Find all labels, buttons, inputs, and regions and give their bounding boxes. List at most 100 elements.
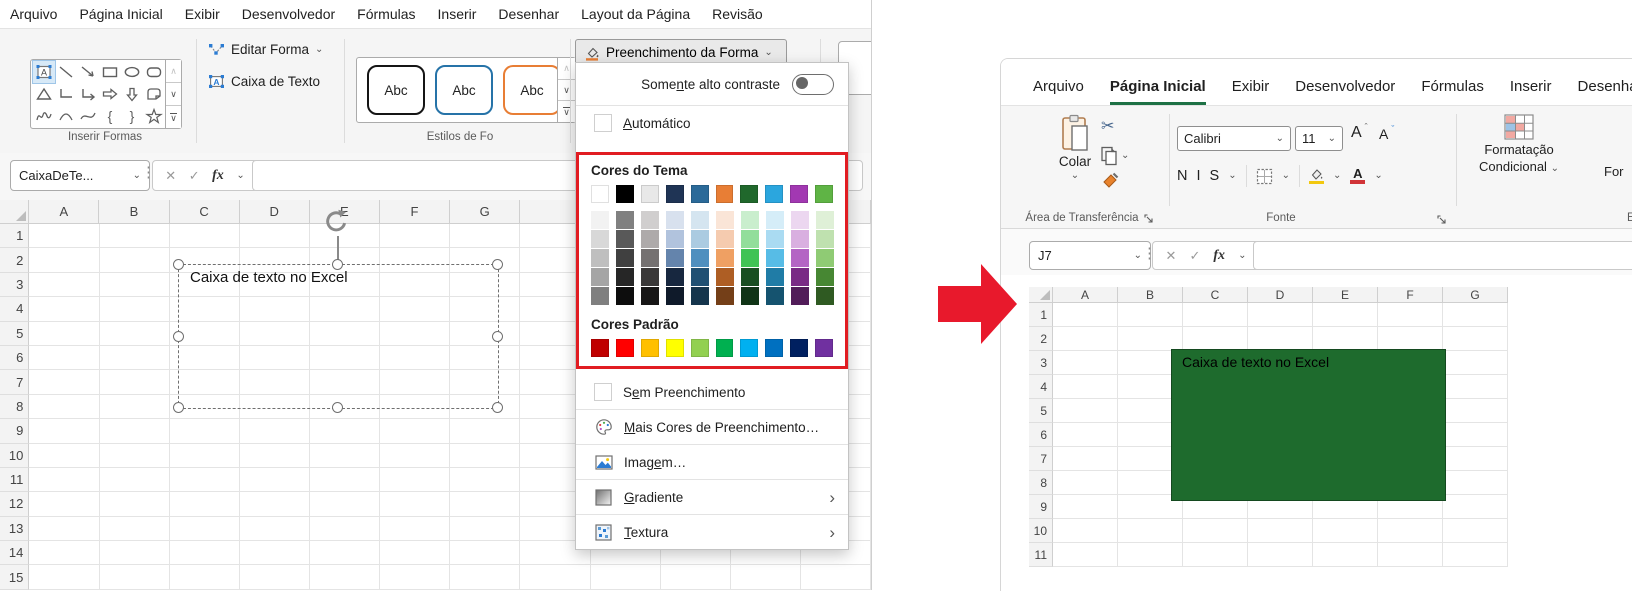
theme-color-swatch[interactable] (790, 185, 808, 203)
cell[interactable] (29, 541, 99, 565)
standard-color-swatch[interactable] (740, 339, 758, 357)
row-header-1[interactable]: 1 (0, 224, 29, 248)
select-all-corner[interactable] (0, 200, 29, 224)
theme-variant-swatch[interactable] (666, 211, 684, 229)
cell[interactable] (1443, 471, 1508, 495)
dialog-launcher-icon[interactable] (1431, 215, 1451, 224)
cell[interactable] (29, 346, 99, 370)
column-header-C[interactable]: C (170, 200, 240, 224)
chevron-down-icon[interactable]: ⌄ (1282, 171, 1290, 181)
menu-tab-Revisão[interactable]: Revisão (712, 6, 763, 22)
fill-color-button[interactable] (1309, 168, 1324, 185)
theme-variant-swatch[interactable] (691, 230, 709, 248)
row-header-5[interactable]: 5 (0, 322, 29, 346)
cell[interactable] (1313, 543, 1378, 567)
chevron-down-icon[interactable]: ⌄ (1333, 171, 1341, 181)
column-header-A[interactable]: A (29, 200, 99, 224)
cell[interactable] (29, 468, 99, 492)
shape-textbox-icon[interactable]: A (33, 61, 55, 83)
theme-color-swatch[interactable] (716, 185, 734, 203)
theme-variant-swatch[interactable] (691, 268, 709, 286)
theme-variant-swatch[interactable] (741, 249, 759, 267)
theme-color-swatch[interactable] (591, 185, 609, 203)
standard-color-swatch[interactable] (815, 339, 833, 357)
cell[interactable] (591, 565, 661, 589)
cell[interactable] (1183, 327, 1248, 351)
cell[interactable] (450, 517, 520, 541)
shape-triangle-icon[interactable] (33, 83, 55, 105)
row-header-12[interactable]: 12 (0, 492, 29, 516)
format-painter-button[interactable] (1101, 172, 1119, 190)
menu-tab-Exibir[interactable]: Exibir (1232, 78, 1270, 105)
resize-handle[interactable] (173, 402, 184, 413)
cell[interactable] (29, 322, 99, 346)
row-header-7[interactable]: 7 (0, 370, 29, 394)
column-header-D[interactable]: D (240, 200, 310, 224)
cell[interactable] (450, 224, 520, 248)
row-header-7[interactable]: 7 (1029, 447, 1053, 471)
theme-variant-swatch[interactable] (666, 230, 684, 248)
underline-button[interactable]: S (1210, 168, 1220, 184)
row-header-11[interactable]: 11 (0, 468, 29, 492)
cell[interactable] (661, 565, 731, 589)
column-header-F[interactable]: F (380, 200, 450, 224)
cell[interactable] (29, 370, 99, 394)
cell[interactable] (100, 492, 170, 516)
cell[interactable] (380, 468, 450, 492)
edit-shape-button[interactable]: Editar Forma ⌄ (202, 39, 329, 60)
theme-variant-swatch[interactable] (816, 211, 834, 229)
cell[interactable] (1443, 327, 1508, 351)
cell[interactable] (1053, 519, 1118, 543)
cell[interactable] (1443, 303, 1508, 327)
theme-variant-swatch[interactable] (766, 249, 784, 267)
cell[interactable] (1053, 543, 1118, 567)
gradient-option[interactable]: Gradiente › (576, 480, 848, 514)
resize-handle[interactable] (492, 331, 503, 342)
cell[interactable] (380, 517, 450, 541)
theme-variant-swatch[interactable] (616, 230, 634, 248)
menu-tab-Desenvolvedor[interactable]: Desenvolvedor (242, 6, 335, 22)
menu-tab-Página Inicial[interactable]: Página Inicial (79, 6, 162, 22)
cell[interactable] (29, 444, 99, 468)
cell[interactable] (100, 370, 170, 394)
shape-star-icon[interactable] (143, 105, 165, 127)
cell[interactable] (1118, 303, 1183, 327)
cell[interactable] (380, 492, 450, 516)
row-header-6[interactable]: 6 (0, 346, 29, 370)
theme-variant-swatch[interactable] (591, 249, 609, 267)
cancel-icon[interactable]: ✕ (1166, 248, 1177, 264)
cell[interactable] (1248, 327, 1313, 351)
row-header-1[interactable]: 1 (1029, 303, 1053, 327)
menu-tab-Desenvolvedor[interactable]: Desenvolvedor (1295, 78, 1395, 105)
theme-variant-swatch[interactable] (716, 287, 734, 305)
row-header-4[interactable]: 4 (0, 297, 29, 321)
select-all-corner[interactable] (1029, 287, 1053, 303)
row-header-10[interactable]: 10 (0, 444, 29, 468)
row-header-2[interactable]: 2 (0, 248, 29, 272)
cell[interactable] (1443, 423, 1508, 447)
theme-variant-swatch[interactable] (691, 287, 709, 305)
cell[interactable] (1248, 303, 1313, 327)
row-header-2[interactable]: 2 (1029, 327, 1053, 351)
cell[interactable] (100, 273, 170, 297)
cell[interactable] (310, 468, 380, 492)
column-header-C[interactable]: C (1183, 287, 1248, 303)
shape-line-icon[interactable] (55, 61, 77, 83)
cell[interactable] (29, 419, 99, 443)
shape-line-arrow-icon[interactable] (77, 61, 99, 83)
row-header-15[interactable]: 15 (0, 565, 29, 589)
row-header-9[interactable]: 9 (0, 419, 29, 443)
cell[interactable] (1053, 399, 1118, 423)
chevron-down-icon[interactable]: ⌄ (1374, 171, 1382, 181)
theme-variant-swatch[interactable] (666, 249, 684, 267)
insert-function-icon[interactable]: fx (1213, 248, 1225, 264)
shape-scribble-icon[interactable] (33, 105, 55, 127)
standard-color-swatch[interactable] (691, 339, 709, 357)
cell[interactable] (380, 224, 450, 248)
cell[interactable] (310, 541, 380, 565)
column-header-B[interactable]: B (1118, 287, 1183, 303)
column-header-B[interactable]: B (99, 200, 169, 224)
decrease-font-button[interactable]: Aˇ (1379, 126, 1394, 142)
cell[interactable] (1443, 519, 1508, 543)
font-color-button[interactable]: A (1350, 168, 1365, 184)
